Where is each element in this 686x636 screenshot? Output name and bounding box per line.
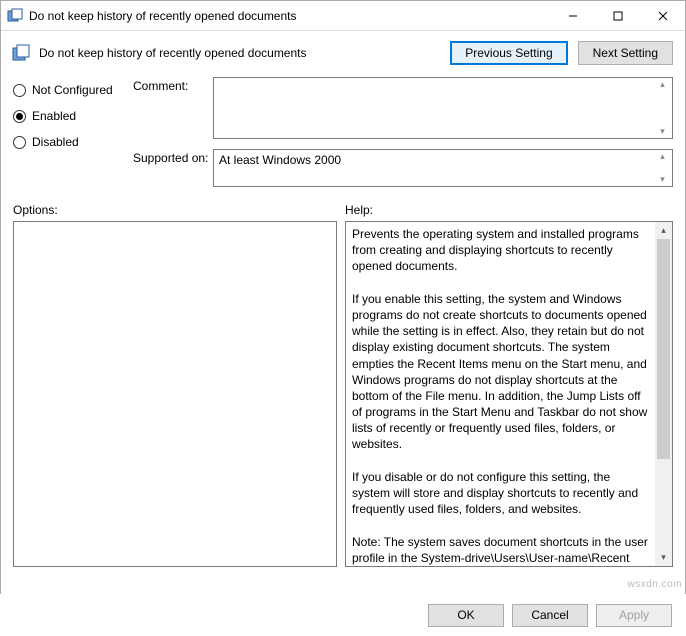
scrollbar: ▴▾	[654, 79, 671, 137]
comment-label: Comment:	[133, 77, 213, 93]
app-icon	[7, 8, 23, 24]
pane-labels: Options: Help:	[1, 197, 685, 219]
state-radios: Not Configured Enabled Disabled	[13, 77, 133, 197]
help-scrollbar[interactable]: ▴ ▾	[655, 222, 672, 566]
radio-label: Not Configured	[32, 83, 113, 97]
panes: Prevents the operating system and instal…	[1, 219, 685, 567]
minimize-button[interactable]	[550, 1, 595, 30]
radio-not-configured[interactable]: Not Configured	[13, 83, 133, 97]
watermark: wsxdn.com	[627, 579, 682, 590]
radio-label: Enabled	[32, 109, 76, 123]
options-label: Options:	[13, 203, 345, 217]
radio-enabled[interactable]: Enabled	[13, 109, 133, 123]
cancel-button[interactable]: Cancel	[512, 604, 588, 627]
scroll-thumb[interactable]	[657, 239, 670, 459]
comment-input[interactable]: ▴▾	[213, 77, 673, 139]
footer: OK Cancel Apply	[0, 594, 686, 636]
titlebar: Do not keep history of recently opened d…	[1, 1, 685, 31]
radio-icon	[13, 84, 26, 97]
ok-button[interactable]: OK	[428, 604, 504, 627]
scroll-up-icon[interactable]: ▴	[655, 222, 672, 239]
header-row: Do not keep history of recently opened d…	[1, 31, 685, 73]
radio-icon	[13, 110, 26, 123]
scrollbar: ▴▾	[654, 151, 671, 185]
apply-button[interactable]: Apply	[596, 604, 672, 627]
window-title: Do not keep history of recently opened d…	[29, 9, 550, 23]
maximize-button[interactable]	[595, 1, 640, 30]
radio-icon	[13, 136, 26, 149]
supported-text: At least Windows 2000	[219, 153, 341, 167]
config-area: Not Configured Enabled Disabled Comment:…	[1, 73, 685, 197]
help-text: Prevents the operating system and instal…	[346, 222, 655, 566]
radio-label: Disabled	[32, 135, 79, 149]
options-pane	[13, 221, 337, 567]
fields: Comment: ▴▾ Supported on: At least Windo…	[133, 77, 673, 197]
help-pane: Prevents the operating system and instal…	[345, 221, 673, 567]
previous-setting-button[interactable]: Previous Setting	[450, 41, 567, 65]
close-button[interactable]	[640, 1, 685, 30]
policy-name: Do not keep history of recently opened d…	[39, 46, 440, 60]
policy-icon	[11, 43, 31, 63]
supported-on-label: Supported on:	[133, 149, 213, 165]
scroll-down-icon[interactable]: ▾	[655, 549, 672, 566]
scroll-track[interactable]	[655, 239, 672, 549]
radio-disabled[interactable]: Disabled	[13, 135, 133, 149]
next-setting-button[interactable]: Next Setting	[578, 41, 673, 65]
supported-on-value: At least Windows 2000 ▴▾	[213, 149, 673, 187]
help-label: Help:	[345, 203, 373, 217]
